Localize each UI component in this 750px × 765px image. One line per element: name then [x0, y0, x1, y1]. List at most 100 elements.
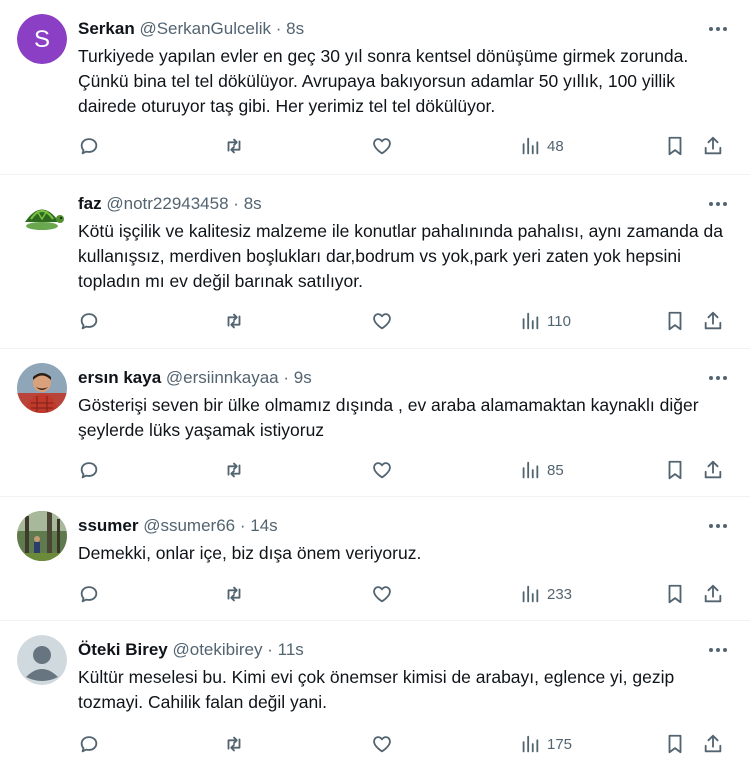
views-button[interactable]: 233	[519, 582, 572, 606]
tweet[interactable]: faz @notr22943458 · 8s Kötü işçilik ve k…	[0, 175, 750, 349]
tweet[interactable]: Öteki Birey @otekibirey · 11s Kültür mes…	[0, 621, 750, 765]
tweet-header: ssumer @ssumer66 · 14s	[78, 515, 278, 537]
retweet-icon	[227, 462, 241, 478]
retweet-button[interactable]	[223, 458, 245, 482]
display-name[interactable]: ersın kaya	[78, 368, 161, 387]
share-icon	[704, 584, 722, 603]
user-handle[interactable]: @ersiinnkayaa	[166, 368, 279, 387]
views-count: 48	[547, 137, 564, 155]
retweet-icon	[227, 138, 241, 154]
bookmark-button[interactable]	[664, 582, 686, 606]
reply-button[interactable]	[78, 134, 100, 158]
like-icon	[373, 462, 391, 479]
views-button[interactable]: 48	[519, 134, 564, 158]
share-button[interactable]	[702, 732, 724, 756]
tweet-feed: S Serkan @SerkanGulcelik · 8s Turkiyede …	[0, 0, 750, 765]
reply-button[interactable]	[78, 458, 100, 482]
avatar[interactable]: S	[17, 14, 67, 64]
retweet-button[interactable]	[223, 582, 245, 606]
forest-photo-avatar	[17, 511, 67, 561]
tweet-actions: 110	[78, 309, 738, 333]
retweet-button[interactable]	[223, 134, 245, 158]
display-name[interactable]: Serkan	[78, 19, 135, 38]
user-handle[interactable]: @otekibirey	[173, 640, 263, 659]
more-icon[interactable]	[706, 18, 730, 40]
views-icon	[522, 735, 539, 753]
reply-button[interactable]	[78, 582, 100, 606]
share-icon	[704, 460, 722, 479]
views-icon	[522, 312, 539, 330]
tweet-header: ersın kaya @ersiinnkayaa · 9s	[78, 367, 312, 389]
views-button[interactable]: 110	[519, 309, 571, 333]
share-button[interactable]	[702, 458, 724, 482]
display-name[interactable]: faz	[78, 194, 102, 213]
share-button[interactable]	[702, 309, 724, 333]
reply-button[interactable]	[78, 732, 100, 756]
views-button[interactable]: 175	[519, 732, 572, 756]
retweet-button[interactable]	[223, 732, 245, 756]
user-handle[interactable]: @ssumer66	[143, 516, 235, 535]
more-icon[interactable]	[706, 367, 730, 389]
separator-dot: ·	[283, 368, 290, 387]
views-count: 85	[547, 461, 564, 479]
display-name[interactable]: Öteki Birey	[78, 640, 168, 659]
user-handle[interactable]: @SerkanGulcelik	[139, 19, 271, 38]
tweet-actions: 175	[78, 732, 738, 756]
share-button[interactable]	[702, 582, 724, 606]
views-button[interactable]: 85	[519, 458, 564, 482]
share-button[interactable]	[702, 134, 724, 158]
timestamp[interactable]: 8s	[244, 194, 262, 213]
avatar[interactable]	[17, 635, 67, 685]
like-button[interactable]	[371, 582, 393, 606]
like-button[interactable]	[371, 458, 393, 482]
bookmark-button[interactable]	[664, 732, 686, 756]
like-button[interactable]	[371, 134, 393, 158]
more-icon[interactable]	[706, 639, 730, 661]
reply-icon	[80, 462, 98, 479]
tweet[interactable]: S Serkan @SerkanGulcelik · 8s Turkiyede …	[0, 0, 750, 175]
avatar-letter: S	[34, 26, 50, 53]
bookmark-button[interactable]	[664, 134, 686, 158]
tweet[interactable]: ssumer @ssumer66 · 14s Demekki, onlar iç…	[0, 497, 750, 621]
timestamp[interactable]: 14s	[250, 516, 277, 535]
user-handle[interactable]: @notr22943458	[106, 194, 228, 213]
person-photo-avatar	[17, 363, 67, 413]
reply-icon	[80, 138, 98, 155]
bookmark-icon	[668, 584, 682, 604]
retweet-button[interactable]	[223, 309, 245, 333]
tweet-actions: 233	[78, 582, 738, 606]
avatar[interactable]	[17, 189, 67, 239]
avatar[interactable]	[17, 511, 67, 561]
tweet-header: Öteki Birey @otekibirey · 11s	[78, 639, 304, 661]
avatar[interactable]	[17, 363, 67, 413]
views-icon	[522, 585, 539, 603]
tweet-text: Demekki, onlar içe, biz dışa önem veriyo…	[78, 543, 422, 563]
more-icon[interactable]	[706, 193, 730, 215]
tweet[interactable]: ersın kaya @ersiinnkayaa · 9s Gösterişi …	[0, 349, 750, 497]
more-icon[interactable]	[706, 515, 730, 537]
views-icon	[522, 461, 539, 479]
tweet-text: Gösterişi seven bir ülke olmamız dışında…	[78, 395, 699, 440]
share-icon	[704, 734, 722, 753]
like-button[interactable]	[371, 309, 393, 333]
views-count: 110	[547, 312, 571, 330]
separator-dot: ·	[275, 19, 282, 38]
display-name[interactable]: ssumer	[78, 516, 138, 535]
reply-icon	[80, 736, 98, 753]
timestamp[interactable]: 11s	[278, 640, 304, 659]
bookmark-button[interactable]	[664, 458, 686, 482]
bookmark-icon	[668, 734, 682, 754]
timestamp[interactable]: 8s	[286, 19, 304, 38]
reply-button[interactable]	[78, 309, 100, 333]
bookmark-button[interactable]	[664, 309, 686, 333]
tweet-actions: 48	[78, 134, 738, 158]
tweet-text: Turkiyede yapılan evler en geç 30 yıl so…	[78, 46, 689, 116]
letter-avatar: S	[17, 14, 67, 64]
retweet-icon	[227, 736, 241, 752]
timestamp[interactable]: 9s	[294, 368, 312, 387]
bookmark-icon	[668, 136, 682, 156]
like-icon	[373, 313, 391, 330]
share-icon	[704, 136, 722, 155]
like-button[interactable]	[371, 732, 393, 756]
turtle-avatar	[17, 189, 67, 239]
